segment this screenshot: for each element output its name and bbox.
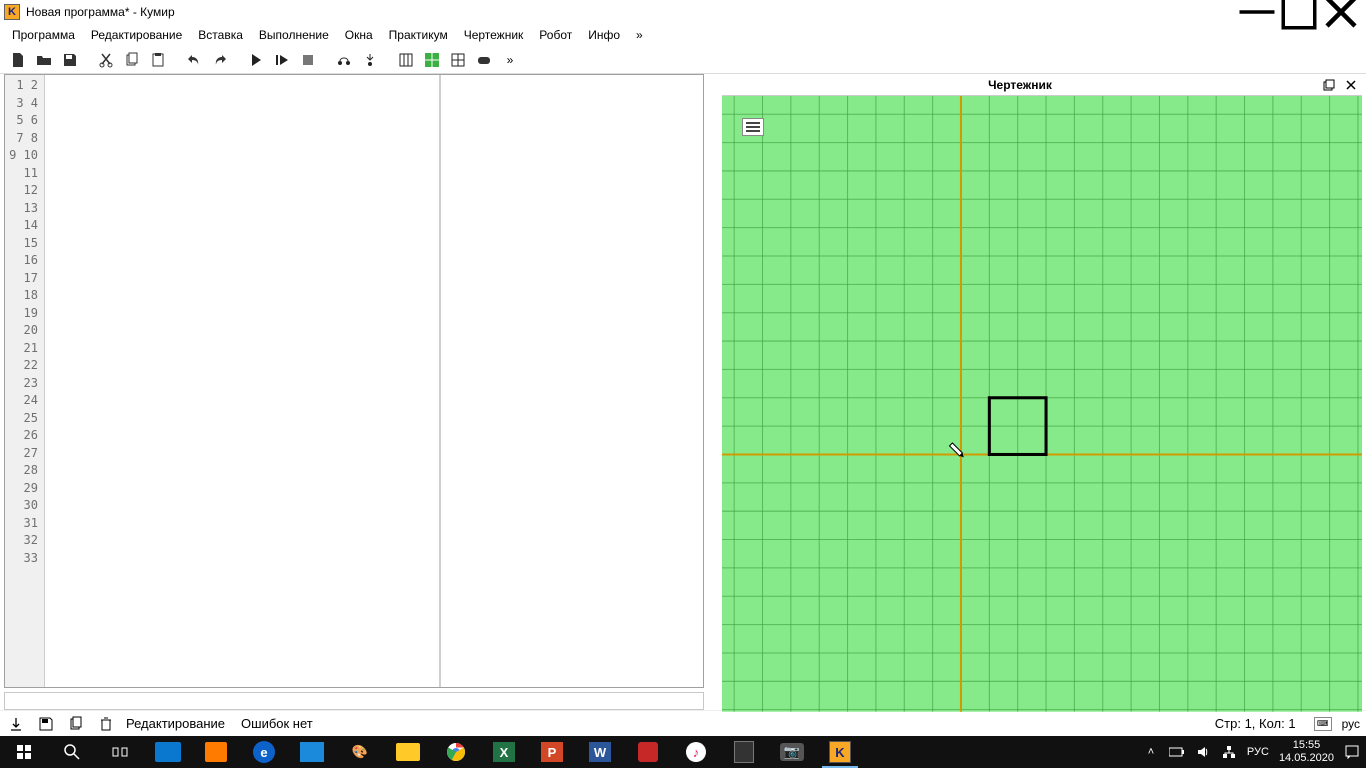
status-copy-button[interactable] <box>66 714 86 734</box>
menu-info[interactable]: Инфо <box>580 26 628 44</box>
taskbar-edge[interactable]: e <box>240 736 288 768</box>
taskbar-chrome[interactable] <box>432 736 480 768</box>
tray-time: 15:55 <box>1279 739 1334 752</box>
menu-practicum[interactable]: Практикум <box>381 26 456 44</box>
drawer-title: Чертежник <box>722 78 1318 92</box>
step-over-button[interactable] <box>332 49 356 71</box>
drawer-close-button[interactable] <box>1340 75 1362 95</box>
editor[interactable]: 1 2 3 4 5 6 7 8 9 10 11 12 13 14 15 16 1… <box>4 74 704 688</box>
copy-button[interactable] <box>120 49 144 71</box>
open-file-button[interactable] <box>32 49 56 71</box>
grid-tool-3[interactable] <box>446 49 470 71</box>
taskbar-word[interactable]: W <box>576 736 624 768</box>
code-margin-line <box>439 75 441 687</box>
taskbar-app-1[interactable] <box>144 736 192 768</box>
toolbar: » <box>0 46 1366 74</box>
status-lang[interactable]: рус <box>1342 717 1360 731</box>
menu-drawer[interactable]: Чертежник <box>456 26 532 44</box>
tray-clock[interactable]: 15:55 14.05.2020 <box>1279 739 1334 765</box>
run-button[interactable] <box>244 49 268 71</box>
taskbar-app-4[interactable] <box>288 736 336 768</box>
maximize-button[interactable] <box>1278 0 1320 24</box>
menu-program[interactable]: Программа <box>4 26 83 44</box>
redo-button[interactable] <box>208 49 232 71</box>
taskbar: e 🎨 X P W ♪ 📷 K ˄ РУС 15:55 14.05.2020 <box>0 736 1366 768</box>
new-file-button[interactable] <box>6 49 30 71</box>
menu-bar: Программа Редактирование Вставка Выполне… <box>0 24 1366 46</box>
grid-green-button[interactable] <box>420 49 444 71</box>
stop-button[interactable] <box>296 49 320 71</box>
status-mode: Редактирование <box>126 716 225 731</box>
drawer-header: Чертежник <box>722 74 1362 96</box>
taskbar-paint[interactable]: 🎨 <box>336 736 384 768</box>
taskbar-itunes[interactable]: ♪ <box>672 736 720 768</box>
status-errors: Ошибок нет <box>241 716 313 731</box>
cut-button[interactable] <box>94 49 118 71</box>
menu-windows[interactable]: Окна <box>337 26 381 44</box>
menu-insert[interactable]: Вставка <box>190 26 251 44</box>
system-tray: ˄ РУС 15:55 14.05.2020 <box>1143 739 1366 765</box>
step-button[interactable] <box>270 49 294 71</box>
window-title: Новая программа* - Кумир <box>26 5 1236 19</box>
editor-panel: 1 2 3 4 5 6 7 8 9 10 11 12 13 14 15 16 1… <box>4 74 704 710</box>
step-into-button[interactable] <box>358 49 382 71</box>
main-area: 1 2 3 4 5 6 7 8 9 10 11 12 13 14 15 16 1… <box>0 74 1366 710</box>
undo-button[interactable] <box>182 49 206 71</box>
minimize-button[interactable] <box>1236 0 1278 24</box>
menu-edit[interactable]: Редактирование <box>83 26 190 44</box>
status-delete-button[interactable] <box>96 714 116 734</box>
taskbar-explorer[interactable] <box>384 736 432 768</box>
taskbar-excel[interactable]: X <box>480 736 528 768</box>
close-button[interactable] <box>1320 0 1362 24</box>
task-view-button[interactable] <box>96 736 144 768</box>
drawer-maximize-button[interactable] <box>1318 75 1340 95</box>
tray-battery-icon[interactable] <box>1169 744 1185 760</box>
drawer-panel: Чертежник <box>722 74 1362 710</box>
toolbar-overflow[interactable]: » <box>498 49 522 71</box>
title-bar: K Новая программа* - Кумир <box>0 0 1366 24</box>
app-icon: K <box>4 4 20 20</box>
status-bar: Редактирование Ошибок нет Стр: 1, Кол: 1… <box>0 710 1366 736</box>
status-export-button[interactable] <box>6 714 26 734</box>
status-save-button[interactable] <box>36 714 56 734</box>
save-file-button[interactable] <box>58 49 82 71</box>
taskbar-powerpoint[interactable]: P <box>528 736 576 768</box>
line-gutter: 1 2 3 4 5 6 7 8 9 10 11 12 13 14 15 16 1… <box>5 75 45 687</box>
tray-notifications-icon[interactable] <box>1344 744 1360 760</box>
menu-robot[interactable]: Робот <box>531 26 580 44</box>
menu-run[interactable]: Выполнение <box>251 26 337 44</box>
drawer-canvas[interactable] <box>722 96 1362 710</box>
tray-volume-icon[interactable] <box>1195 744 1211 760</box>
taskbar-app-2[interactable] <box>192 736 240 768</box>
grid-tool-1[interactable] <box>394 49 418 71</box>
tray-date: 14.05.2020 <box>1279 752 1334 765</box>
taskbar-kumir[interactable]: K <box>816 736 864 768</box>
search-button[interactable] <box>48 736 96 768</box>
paste-button[interactable] <box>146 49 170 71</box>
console-output <box>4 692 704 710</box>
taskbar-calculator[interactable] <box>720 736 768 768</box>
start-button[interactable] <box>0 736 48 768</box>
taskbar-app-red[interactable] <box>624 736 672 768</box>
status-cursor: Стр: 1, Кол: 1 <box>1215 716 1296 731</box>
drawer-menu-button[interactable] <box>742 118 764 136</box>
code-area[interactable] <box>45 75 703 687</box>
keyboard-icon[interactable]: ⌨ <box>1314 717 1332 731</box>
tray-keyboard-layout[interactable]: РУС <box>1247 746 1269 758</box>
controller-button[interactable] <box>472 49 496 71</box>
tray-network-icon[interactable] <box>1221 744 1237 760</box>
tray-chevron-up-icon[interactable]: ˄ <box>1143 744 1159 760</box>
taskbar-camera[interactable]: 📷 <box>768 736 816 768</box>
menu-overflow[interactable]: » <box>628 26 651 44</box>
